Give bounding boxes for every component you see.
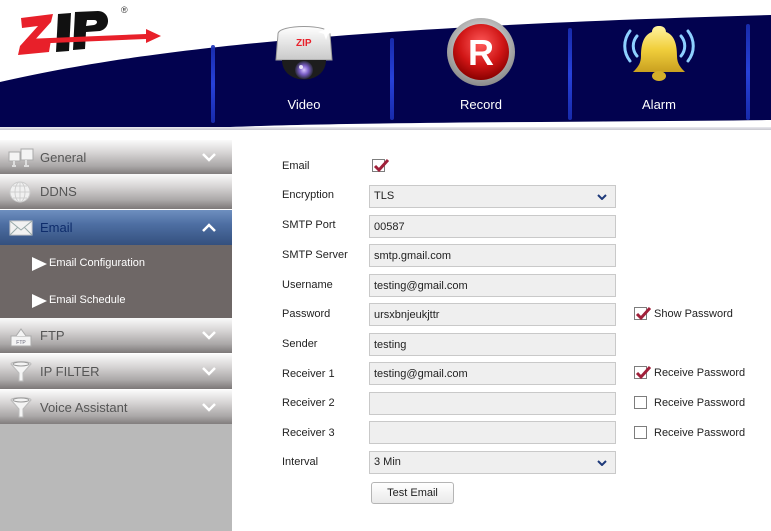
triangle-right-icon	[32, 294, 47, 308]
filter-icon	[10, 361, 32, 382]
sidebar-item-email-label: Email	[40, 220, 73, 235]
encryption-value: TLS	[374, 190, 395, 202]
receiver2-receive-password-checkbox[interactable]	[634, 396, 647, 409]
nav-video-label: Video	[287, 97, 321, 112]
smtp-server-input[interactable]	[369, 244, 616, 267]
sender-input[interactable]	[369, 333, 616, 356]
receiver1-input[interactable]	[369, 362, 616, 385]
sidebar-item-ftp[interactable]: FTP FTP	[0, 318, 232, 353]
receiver3-receive-password-label: Receive Password	[654, 427, 746, 439]
sidebar-item-ip-filter[interactable]: IP FILTER	[0, 354, 232, 389]
receiver1-label: Receiver 1	[282, 368, 335, 380]
dome-camera-icon: ZIP	[275, 24, 334, 80]
chevron-down-icon	[597, 194, 607, 200]
nav-alarm[interactable]: Alarm	[604, 18, 714, 118]
chevron-down-icon	[597, 460, 607, 466]
sidebar-item-ftp-label: FTP	[40, 328, 65, 343]
nav-record[interactable]: R Record	[426, 18, 536, 118]
sidebar-item-ddns[interactable]: DDNS	[0, 174, 232, 209]
zip-logo: ®	[18, 5, 168, 56]
sidebar-item-ip-filter-label: IP FILTER	[40, 364, 100, 379]
sidebar-item-general[interactable]: General	[0, 140, 232, 175]
record-icon: R	[447, 18, 515, 86]
sidebar-item-voice-assistant-label: Voice Assistant	[40, 400, 128, 415]
receiver1-receive-password-label: Receive Password	[654, 367, 746, 379]
receiver2-receive-password-label: Receive Password	[654, 397, 746, 409]
svg-text:FTP: FTP	[16, 340, 26, 346]
sidebar: General DDNS Email Email Configuration E…	[0, 131, 232, 531]
chevron-down-icon	[202, 367, 216, 376]
nav-divider	[211, 45, 215, 123]
triangle-right-icon	[32, 257, 47, 271]
checkmark-icon	[635, 365, 651, 380]
svg-text:ZIP: ZIP	[296, 38, 312, 49]
globe-icon	[9, 181, 31, 203]
registered-mark: ®	[121, 5, 128, 15]
nav-video[interactable]: ZIP Video	[249, 18, 359, 118]
sidebar-item-ddns-label: DDNS	[40, 184, 77, 199]
submenu-email-schedule-label: Email Schedule	[49, 294, 126, 306]
receiver3-receive-password-checkbox[interactable]	[634, 426, 647, 439]
header: ® ZIP Video R Record Alarm	[0, 0, 771, 130]
nav-divider	[568, 28, 572, 120]
svg-text:R: R	[468, 32, 494, 73]
interval-select[interactable]: 3 Min	[369, 451, 616, 474]
show-password-label: Show Password	[654, 308, 733, 320]
smtp-port-label: SMTP Port	[282, 219, 336, 231]
alarm-bell-icon	[623, 26, 695, 81]
email-config-form: Email Encryption TLS SMTP Port SMTP Serv…	[232, 131, 771, 531]
smtp-server-label: SMTP Server	[282, 249, 348, 261]
show-password-checkbox[interactable]	[634, 306, 651, 321]
nav-divider	[746, 24, 750, 120]
receiver2-input[interactable]	[369, 392, 616, 415]
sidebar-item-general-label: General	[40, 150, 87, 165]
submenu-email-configuration-label: Email Configuration	[49, 257, 145, 269]
receiver1-receive-password-checkbox[interactable]	[634, 365, 651, 380]
email-enable-checkbox[interactable]	[372, 158, 389, 173]
encryption-select[interactable]: TLS	[369, 185, 616, 208]
checkmark-icon	[373, 158, 389, 173]
nav-divider	[390, 38, 394, 120]
username-input[interactable]	[369, 274, 616, 297]
smtp-port-input[interactable]	[369, 215, 616, 238]
envelope-icon	[9, 220, 33, 236]
sidebar-item-voice-assistant[interactable]: Voice Assistant	[0, 390, 232, 425]
nav-record-label: Record	[460, 97, 502, 112]
email-label: Email	[282, 160, 310, 172]
interval-label: Interval	[282, 456, 319, 468]
receiver3-label: Receiver 3	[282, 427, 335, 439]
interval-value: 3 Min	[374, 456, 401, 468]
email-submenu: Email Configuration Email Schedule	[0, 245, 232, 318]
filter-icon	[10, 397, 32, 418]
username-label: Username	[282, 279, 333, 291]
receiver3-input[interactable]	[369, 421, 616, 444]
sidebar-item-email[interactable]: Email	[0, 210, 232, 245]
encryption-label: Encryption	[282, 189, 334, 201]
receiver2-label: Receiver 2	[282, 397, 335, 409]
sidebar-filler	[0, 424, 232, 531]
chevron-down-icon	[202, 153, 216, 162]
chevron-down-icon	[202, 403, 216, 412]
password-input[interactable]	[369, 303, 616, 326]
nav-alarm-label: Alarm	[642, 97, 676, 112]
chevron-down-icon	[202, 331, 216, 340]
test-email-button[interactable]: Test Email	[371, 482, 454, 504]
password-label: Password	[282, 308, 331, 320]
network-icon	[8, 148, 34, 167]
checkmark-icon	[635, 306, 651, 321]
sender-label: Sender	[282, 338, 318, 350]
chevron-up-icon	[202, 223, 216, 232]
ftp-folder-icon: FTP	[10, 328, 32, 347]
